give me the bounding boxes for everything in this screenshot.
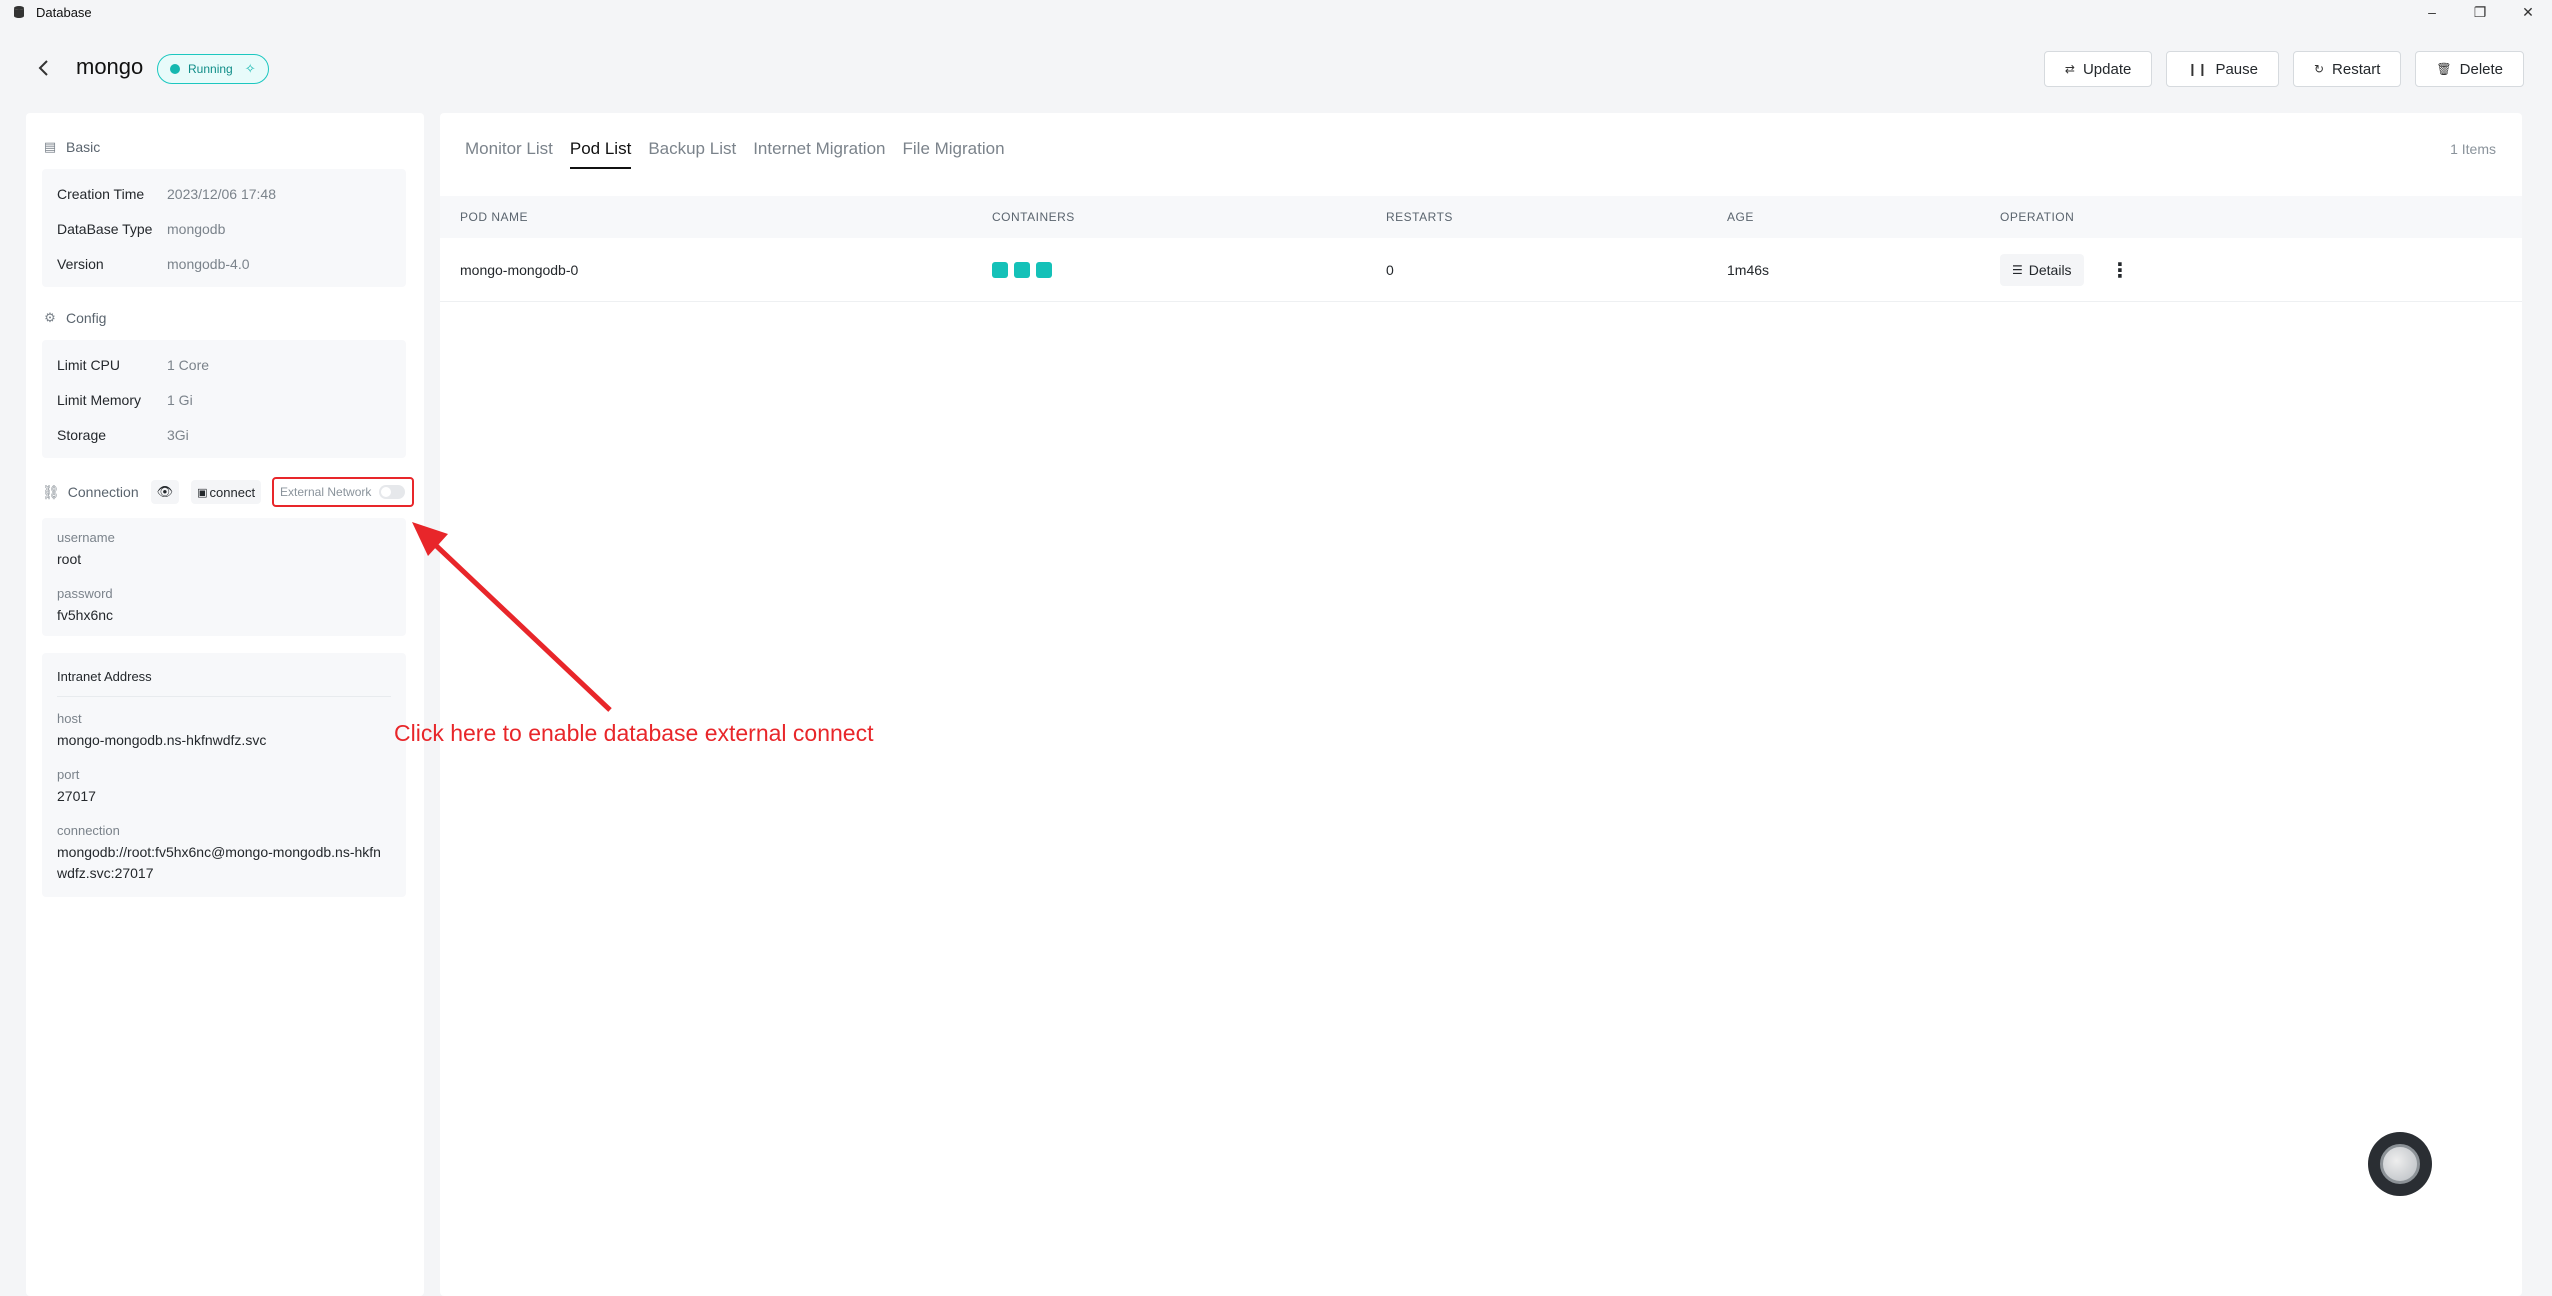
pod-name: mongo-mongodb-0 (460, 262, 579, 278)
more-options-icon[interactable]: ⋮ (2108, 254, 2132, 286)
external-network-toggle[interactable]: External Network (272, 477, 414, 507)
details-button[interactable]: ☰ Details (2000, 254, 2084, 286)
container-status (992, 262, 1052, 278)
credentials-box: username root password fv5hx6nc (42, 518, 406, 636)
divider (57, 696, 391, 697)
pod-list-panel: Monitor List Pod List Backup List Intern… (440, 113, 2522, 1296)
restart-label: Restart (2332, 60, 2381, 78)
connection-string-field: connection mongodb://root:fv5hx6nc@mongo… (57, 823, 381, 881)
pause-icon: ❙❙ (2187, 62, 2208, 76)
pause-label: Pause (2215, 60, 2258, 78)
column-header: POD NAME (460, 210, 529, 224)
eye-icon: 👁 (156, 484, 174, 499)
details-icon: ☰ (2012, 263, 2023, 277)
intranet-address-box: Intranet Address host mongo-mongodb.ns-h… (42, 653, 406, 897)
basic-section-title: ▤ Basic (43, 139, 101, 155)
tab-pod-list[interactable]: Pod List (569, 139, 632, 169)
intranet-title: Intranet Address (57, 669, 152, 684)
terminal-icon: ▣ (197, 486, 208, 499)
pod-age: 1m46s (1727, 262, 1770, 278)
show-password-button[interactable]: 👁 (150, 480, 180, 504)
column-header: OPERATION (2000, 210, 2075, 224)
status-badge: Running ✧ (157, 54, 269, 84)
container-running-icon (1014, 262, 1030, 278)
config-info-box: Limit CPU 1 Core Limit Memory 1 Gi Stora… (42, 340, 406, 458)
tab-monitor-list[interactable]: Monitor List (465, 139, 553, 169)
table-row: mongo-mongodb-0 0 1m46s ☰ Details ⋮ (440, 238, 2522, 302)
tab-file-migration[interactable]: File Migration (903, 139, 1005, 169)
config-row: Storage 3Gi (57, 427, 189, 443)
page-header: mongo Running ✧ ⇄ Update ❙❙ Pause ↻ Rest… (0, 40, 2552, 98)
pause-button[interactable]: ❙❙ Pause (2166, 51, 2279, 87)
basic-row: Version mongodb-4.0 (57, 256, 250, 272)
username-field: username root (57, 530, 115, 567)
port-field: port 27017 (57, 767, 96, 804)
tab-internet-migration[interactable]: Internet Migration (753, 139, 885, 169)
container-running-icon (992, 262, 1008, 278)
column-header: AGE (1727, 210, 1754, 224)
tab-backup-list[interactable]: Backup List (648, 139, 736, 169)
tab-bar: Monitor List Pod List Backup List Intern… (465, 139, 1005, 169)
update-button[interactable]: ⇄ Update (2043, 51, 2153, 87)
external-network-label: External Network (280, 485, 372, 499)
column-header: CONTAINERS (992, 210, 1075, 224)
trash-icon: 🗑 (2436, 62, 2452, 76)
annotation-text: Click here to enable database external c… (394, 720, 874, 746)
config-row: Limit Memory 1 Gi (57, 392, 193, 408)
connect-button[interactable]: ▣ connect (191, 480, 262, 504)
toggle-switch[interactable] (379, 485, 406, 499)
config-section-title: ⚙ Config (42, 310, 106, 326)
connection-header: ⛓ Connection 👁 ▣ connect (42, 479, 262, 505)
database-name: mongo (76, 54, 144, 79)
close-icon[interactable]: ✕ (2504, 0, 2552, 24)
minimize-icon[interactable]: – (2408, 0, 2456, 24)
basic-info-box: Creation Time 2023/12/06 17:48 DataBase … (42, 169, 406, 287)
items-count: 1 Items (2450, 141, 2496, 157)
restarts-count: 0 (1386, 262, 1394, 278)
swap-icon: ⇄ (2064, 62, 2075, 76)
chevron-left-icon (38, 60, 48, 76)
basic-row: Creation Time 2023/12/06 17:48 (57, 186, 276, 202)
list-icon: ▤ (43, 139, 57, 154)
restart-icon: ↻ (2313, 62, 2325, 76)
table-header: POD NAME CONTAINERS RESTARTS AGE OPERATI… (440, 196, 2522, 238)
orb-icon (2380, 1144, 2420, 1184)
status-text: Running (188, 62, 233, 76)
status-dot-icon (170, 64, 180, 74)
assistant-float-button[interactable] (2368, 1132, 2432, 1196)
link-icon: ⛓ (42, 483, 60, 500)
delete-label: Delete (2459, 60, 2503, 78)
window-title: Database (36, 4, 92, 20)
restart-button[interactable]: ↻ Restart (2292, 51, 2402, 87)
update-label: Update (2082, 60, 2132, 78)
host-field: host mongo-mongodb.ns-hkfnwdfz.svc (57, 711, 267, 748)
back-button[interactable] (32, 56, 56, 80)
password-field: password fv5hx6nc (57, 586, 114, 623)
gear-icon: ⚙ (44, 310, 56, 325)
title-bar: Database – ❐ ✕ (0, 0, 2552, 24)
restore-icon[interactable]: ❐ (2456, 0, 2504, 24)
basic-row: DataBase Type mongodb (57, 221, 226, 237)
connection-section-title: ⛓ Connection (42, 483, 139, 501)
database-icon (14, 6, 24, 18)
container-running-icon (1036, 262, 1052, 278)
sparkle-icon: ✧ (244, 61, 256, 76)
detail-panel: ▤ Basic Creation Time 2023/12/06 17:48 D… (26, 113, 424, 1296)
column-header: RESTARTS (1386, 210, 1453, 224)
delete-button[interactable]: 🗑 Delete (2415, 51, 2524, 87)
config-row: Limit CPU 1 Core (57, 357, 210, 373)
